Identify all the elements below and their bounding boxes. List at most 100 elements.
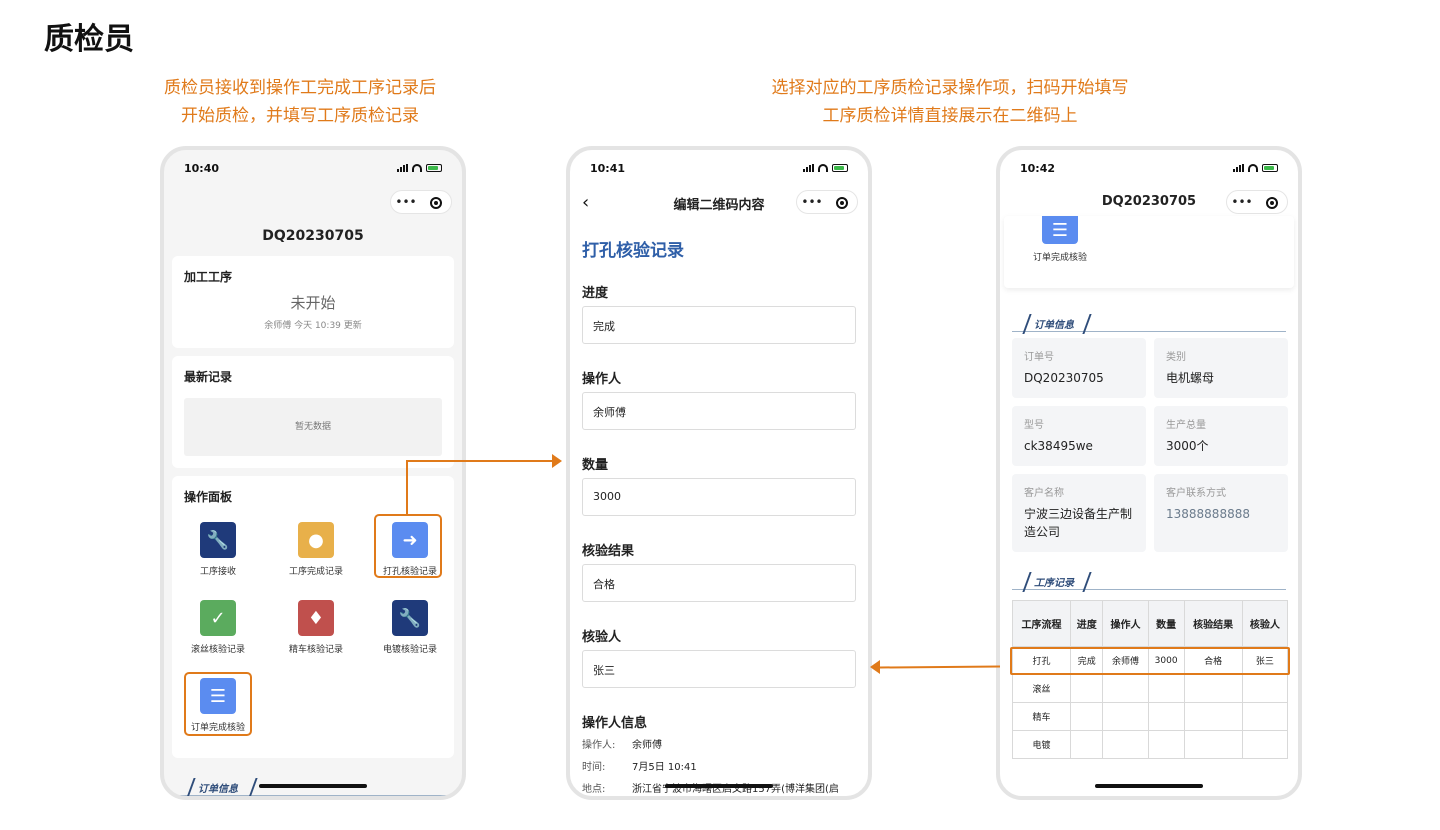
field-operator[interactable]: 余师傅 [582,392,856,430]
home-indicator [259,784,367,788]
wrench-icon: 🔧 [392,600,428,636]
table-row: 滚丝 [1011,674,1289,703]
highlight-drilling-row [1010,647,1290,675]
panel-title: 操作面板 [184,490,233,504]
op-label: 工序接收 [199,567,236,577]
target-icon [836,196,848,209]
arrow-1-head [552,454,562,468]
process-meta: 余师傅 今天 10:39 更新 [264,321,362,331]
th-inspector: 核验人 [1241,600,1289,647]
mini-program-capsule: ••• [1226,190,1288,214]
signal-icon [1233,164,1244,172]
op-rolling-check[interactable]: ✓ 滚丝核验记录 [178,600,258,655]
mini-program-capsule: ••• [796,190,858,214]
records-card: 最新记录 暂无数据 [172,356,454,468]
table-row: 精车 [1011,702,1289,731]
info-total: 生产总量 3000个 [1154,406,1288,466]
records-card-title: 最新记录 [184,370,233,384]
arrow-2-head [870,660,880,674]
wifi-icon [412,164,422,172]
battery-icon [1262,164,1278,172]
operator-info-title: 操作人信息 [582,716,648,731]
battery-icon [426,164,442,172]
top-item-card: ☰ 订单完成核验 [1004,216,1294,288]
process-status: 未开始 [290,294,336,312]
section-title: 订单信息 [1034,320,1074,331]
status-time: 10:42 [1020,162,1056,175]
target-icon [1266,196,1278,209]
more-button[interactable]: ••• [391,195,421,209]
op-plating-check[interactable]: 🔧 电镀核验记录 [370,600,450,655]
caption-left-line-1: 质检员接收到操作工完成工序记录后 [164,78,436,98]
section-title: 订单信息 [198,784,238,795]
page-title: 质检员 [44,22,134,57]
nav-title: DQ20230705 [262,228,364,244]
phone-screen-2: 10:41 ‹ 编辑二维码内容 ••• 打孔核验记录 进度 完成 操作人 余师傅… [566,146,872,800]
section-title: 工序记录 [1034,578,1074,589]
caption-left-line-2: 开始质检，并填写工序质检记录 [181,106,419,126]
highlight-drilling [374,514,442,578]
status-time: 10:40 [184,162,220,175]
process-card: 加工工序 未开始 余师傅 今天 10:39 更新 [172,256,454,348]
phone-screen-1: 10:40 ••• DQ20230705 加工工序 未开始 余师傅 今天 10:… [160,146,466,800]
op-order-complete[interactable]: ☰ 订单完成核验 [1020,216,1100,263]
process-table: 工序流程 进度 操作人 数量 核验结果 核验人 打孔 完成 余师傅 3000 合格 张三 … [1011,600,1289,759]
list-icon: ☰ [1042,216,1078,244]
more-button[interactable]: ••• [797,195,827,209]
field-label-result: 核验结果 [582,544,635,559]
field-quantity[interactable]: 3000 [582,478,856,516]
highlight-order-complete [184,672,252,736]
caption-left: 质检员接收到操作工完成工序记录后 开始质检，并填写工序质检记录 [140,74,460,130]
status-bar: 10:40 [164,160,462,180]
op-process-complete[interactable]: ● 工序完成记录 [276,522,356,577]
arrow-1-vertical [406,460,408,514]
location-pin-icon: ● [298,522,334,558]
th-operator: 操作人 [1102,600,1149,647]
field-label-quantity: 数量 [582,458,609,473]
op-label: 精车核验记录 [288,645,343,655]
empty-state: 暂无数据 [184,398,442,456]
arrow-1-horizontal [406,460,556,462]
battery-icon [832,164,848,172]
field-label-progress: 进度 [582,286,609,301]
operation-panel: 操作面板 🔧 工序接收 ● 工序完成记录 ➜ 打孔核验记录 ✓ 滚丝核验记录 ♦… [172,476,454,758]
caption-right-line-2: 工序质检详情直接展示在二维码上 [822,106,1078,126]
th-progress: 进度 [1070,600,1104,647]
field-label-inspector: 核验人 [582,630,622,645]
wrench-icon: 🔧 [200,522,236,558]
th-quantity: 数量 [1147,600,1185,647]
op-turning-check[interactable]: ♦ 精车核验记录 [276,600,356,655]
field-progress[interactable]: 完成 [582,306,856,344]
info-customer: 客户名称 宁波三边设备生产制造公司 [1012,474,1146,552]
field-label-operator: 操作人 [582,372,622,387]
caption-right-line-1: 选择对应的工序质检记录操作项，扫码开始填写 [771,78,1129,98]
th-result: 核验结果 [1183,600,1243,647]
home-indicator [665,784,773,788]
section-order-info: 订单信息 [1012,314,1286,334]
info-category: 类别 电机螺母 [1154,338,1288,398]
section-process-records: 工序记录 [1012,572,1286,592]
table-header-row: 工序流程 进度 操作人 数量 核验结果 核验人 [1011,600,1289,647]
more-button[interactable]: ••• [1227,195,1257,209]
close-button[interactable] [1257,195,1287,209]
section-order-info: 订单信息 [176,778,450,796]
shield-check-icon: ✓ [200,600,236,636]
status-bar: 10:41 [570,160,868,180]
process-card-title: 加工工序 [184,270,233,284]
home-indicator [1095,784,1203,788]
info-model: 型号 ck38495we [1012,406,1146,466]
op-process-receive[interactable]: 🔧 工序接收 [178,522,258,577]
record-heading: 打孔核验记录 [582,241,684,261]
close-button[interactable] [421,195,451,209]
signal-icon [803,164,814,172]
op-label: 工序完成记录 [288,567,343,577]
status-time: 10:41 [590,162,626,175]
phone-screen-3: 10:42 DQ20230705 ••• ☰ 订单完成核验 订单信息 订单号 DQ… [996,146,1302,800]
close-button[interactable] [827,195,857,209]
signal-icon [397,164,408,172]
field-result[interactable]: 合格 [582,564,856,602]
info-order-no: 订单号 DQ20230705 [1012,338,1146,398]
wifi-icon [818,164,828,172]
op-label: 电镀核验记录 [382,645,437,655]
field-inspector[interactable]: 张三 [582,650,856,688]
